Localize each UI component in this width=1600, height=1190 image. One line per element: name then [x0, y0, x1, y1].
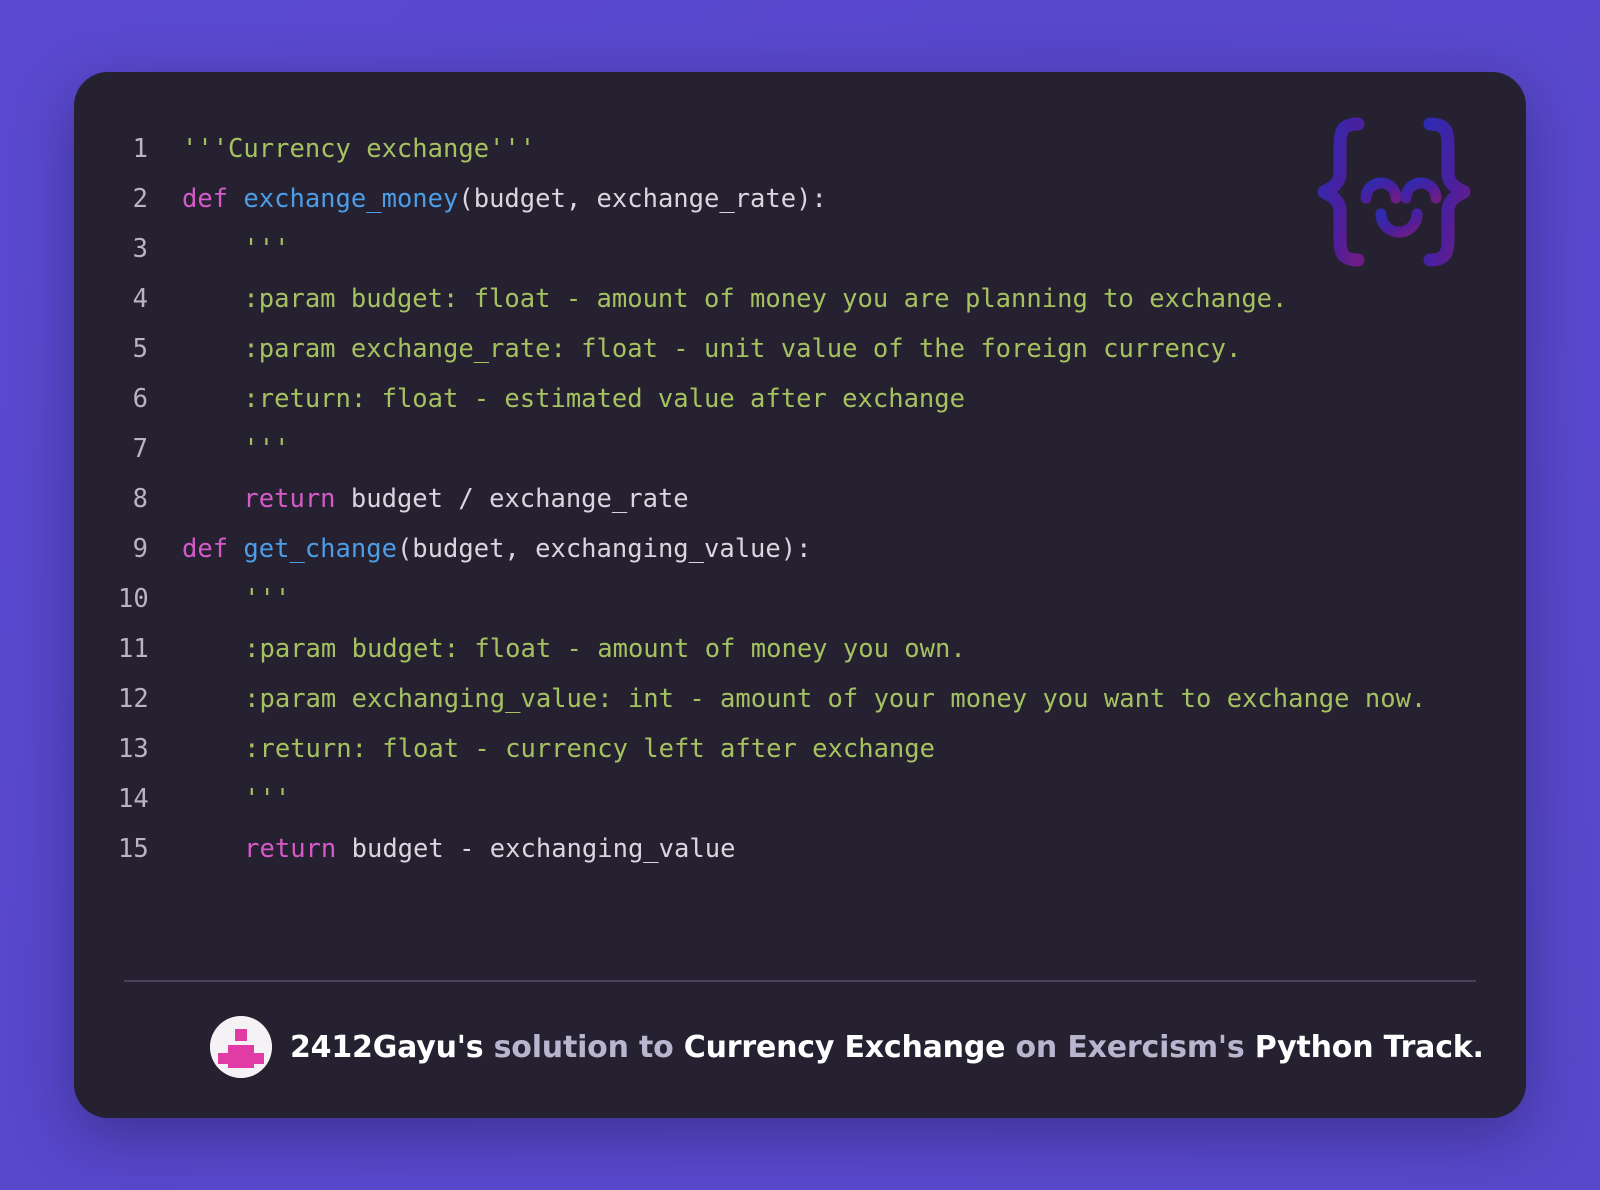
line-number: 10: [118, 584, 149, 614]
line-number: 4: [132, 284, 148, 314]
footer-divider: [124, 980, 1476, 982]
line-number: 7: [132, 434, 148, 464]
code-token-doc: :param budget: float - amount of money y…: [182, 284, 1288, 314]
line-number: 1: [132, 134, 148, 164]
code-line-text: :param exchanging_value: int - amount of…: [183, 674, 1482, 724]
code-token-doc: :param exchanging_value: int - amount of…: [182, 684, 1427, 714]
footer-segment: solution to: [483, 1029, 684, 1065]
code-line: 3 ''': [118, 224, 1482, 274]
code-token-kw: return: [244, 834, 337, 864]
code-line: 9 def get_change(budget, exchanging_value…: [118, 524, 1482, 574]
code-line: 12 :param exchanging_value: int - amount…: [118, 674, 1482, 724]
code-snippet-card: 1 '''Currency exchange''' 2 def exchange_mo…: [74, 72, 1526, 1118]
code-line-text: return budget / exchange_rate: [182, 474, 1482, 524]
code-line-text: return budget - exchanging_value: [183, 824, 1482, 874]
code-line-text: ''': [183, 574, 1482, 624]
code-line: 1 '''Currency exchange''': [118, 124, 1482, 174]
code-line: 15 return budget - exchanging_value: [118, 824, 1482, 874]
code-token-kw: def: [182, 534, 229, 564]
code-line: 13 :return: float - currency left after …: [118, 724, 1482, 774]
line-number: 14: [118, 784, 149, 814]
code-line: 8 return budget / exchange_rate: [118, 474, 1482, 524]
code-line: 10 ''': [118, 574, 1482, 624]
code-line: 6 :return: float - estimated value after…: [118, 374, 1482, 424]
line-number: 6: [132, 384, 148, 414]
code-token-kw: def: [182, 184, 229, 214]
code-token-str: ''': [182, 584, 291, 614]
footer-segment: 2412Gayu's: [290, 1029, 484, 1065]
code-token-str: ''': [182, 434, 290, 464]
line-number: 3: [132, 234, 148, 264]
code-line-text: :return: float - currency left after exc…: [183, 724, 1482, 774]
code-line-text: '''Currency exchange''': [182, 124, 1482, 174]
code-line-text: :param budget: float - amount of money y…: [182, 274, 1482, 324]
code-token-plain: budget - exchanging_value: [336, 834, 736, 864]
line-number: 12: [118, 684, 149, 714]
line-number: 5: [132, 334, 148, 364]
code-token-fn: get_change: [243, 534, 397, 564]
code-line: 4 :param budget: float - amount of money…: [118, 274, 1482, 324]
code-token-plain: (budget, exchange_rate):: [458, 184, 827, 214]
line-number: 8: [132, 484, 148, 514]
code-line: 2 def exchange_money(budget, exchange_rat…: [118, 174, 1482, 224]
code-line-text: :return: float - estimated value after e…: [182, 374, 1482, 424]
code-token-doc: :param budget: float - amount of money y…: [182, 634, 966, 664]
code-line: 11 :param budget: float - amount of mone…: [118, 624, 1482, 674]
line-number: 11: [118, 634, 149, 664]
code-line-text: :param budget: float - amount of money y…: [183, 624, 1482, 674]
code-line: 7 ''': [118, 424, 1482, 474]
code-line-text: ''': [182, 224, 1482, 274]
code-token-str: ''': [182, 784, 291, 814]
code-token-doc: :return: float - estimated value after e…: [182, 384, 965, 414]
code-token-str: ''': [182, 234, 290, 264]
footer-segment: Currency Exchange: [683, 1029, 1006, 1065]
line-number: 13: [118, 734, 149, 764]
code-token-str: '''Currency exchange''': [182, 134, 536, 164]
footer-segment: on: [1005, 1029, 1068, 1065]
code-block: 1 '''Currency exchange''' 2 def exchange_mo…: [74, 72, 1526, 980]
card-footer: 2412Gayu's solution to Currency Exchange…: [74, 980, 1526, 1118]
footer-caption: 2412Gayu's solution to Currency Exchange…: [290, 1030, 1484, 1065]
line-number: 15: [118, 834, 149, 864]
code-line: 14 ''': [118, 774, 1482, 824]
code-token-fn: exchange_money: [243, 184, 459, 214]
line-number: 9: [132, 534, 148, 564]
code-token-plain: budget / exchange_rate: [335, 484, 689, 514]
user-avatar: [210, 1016, 272, 1078]
footer-segment: Exercism's: [1067, 1029, 1245, 1065]
footer-segment: Python Track.: [1244, 1029, 1484, 1065]
code-line: 5 :param exchange_rate: float - unit val…: [118, 324, 1482, 374]
code-line-text: ''': [182, 424, 1482, 474]
code-line-text: def exchange_money(budget, exchange_rate…: [182, 174, 1482, 224]
code-token-doc: :param exchange_rate: float - unit value…: [182, 334, 1242, 364]
code-line-text: ''': [183, 774, 1482, 824]
code-line-text: :param exchange_rate: float - unit value…: [182, 324, 1482, 374]
line-number: 2: [132, 184, 148, 214]
code-token-plain: (budget, exchanging_value):: [396, 534, 812, 564]
code-token-doc: :return: float - currency left after exc…: [182, 734, 935, 764]
code-token-kw: return: [243, 484, 336, 514]
code-line-text: def get_change(budget, exchanging_value)…: [182, 524, 1482, 574]
